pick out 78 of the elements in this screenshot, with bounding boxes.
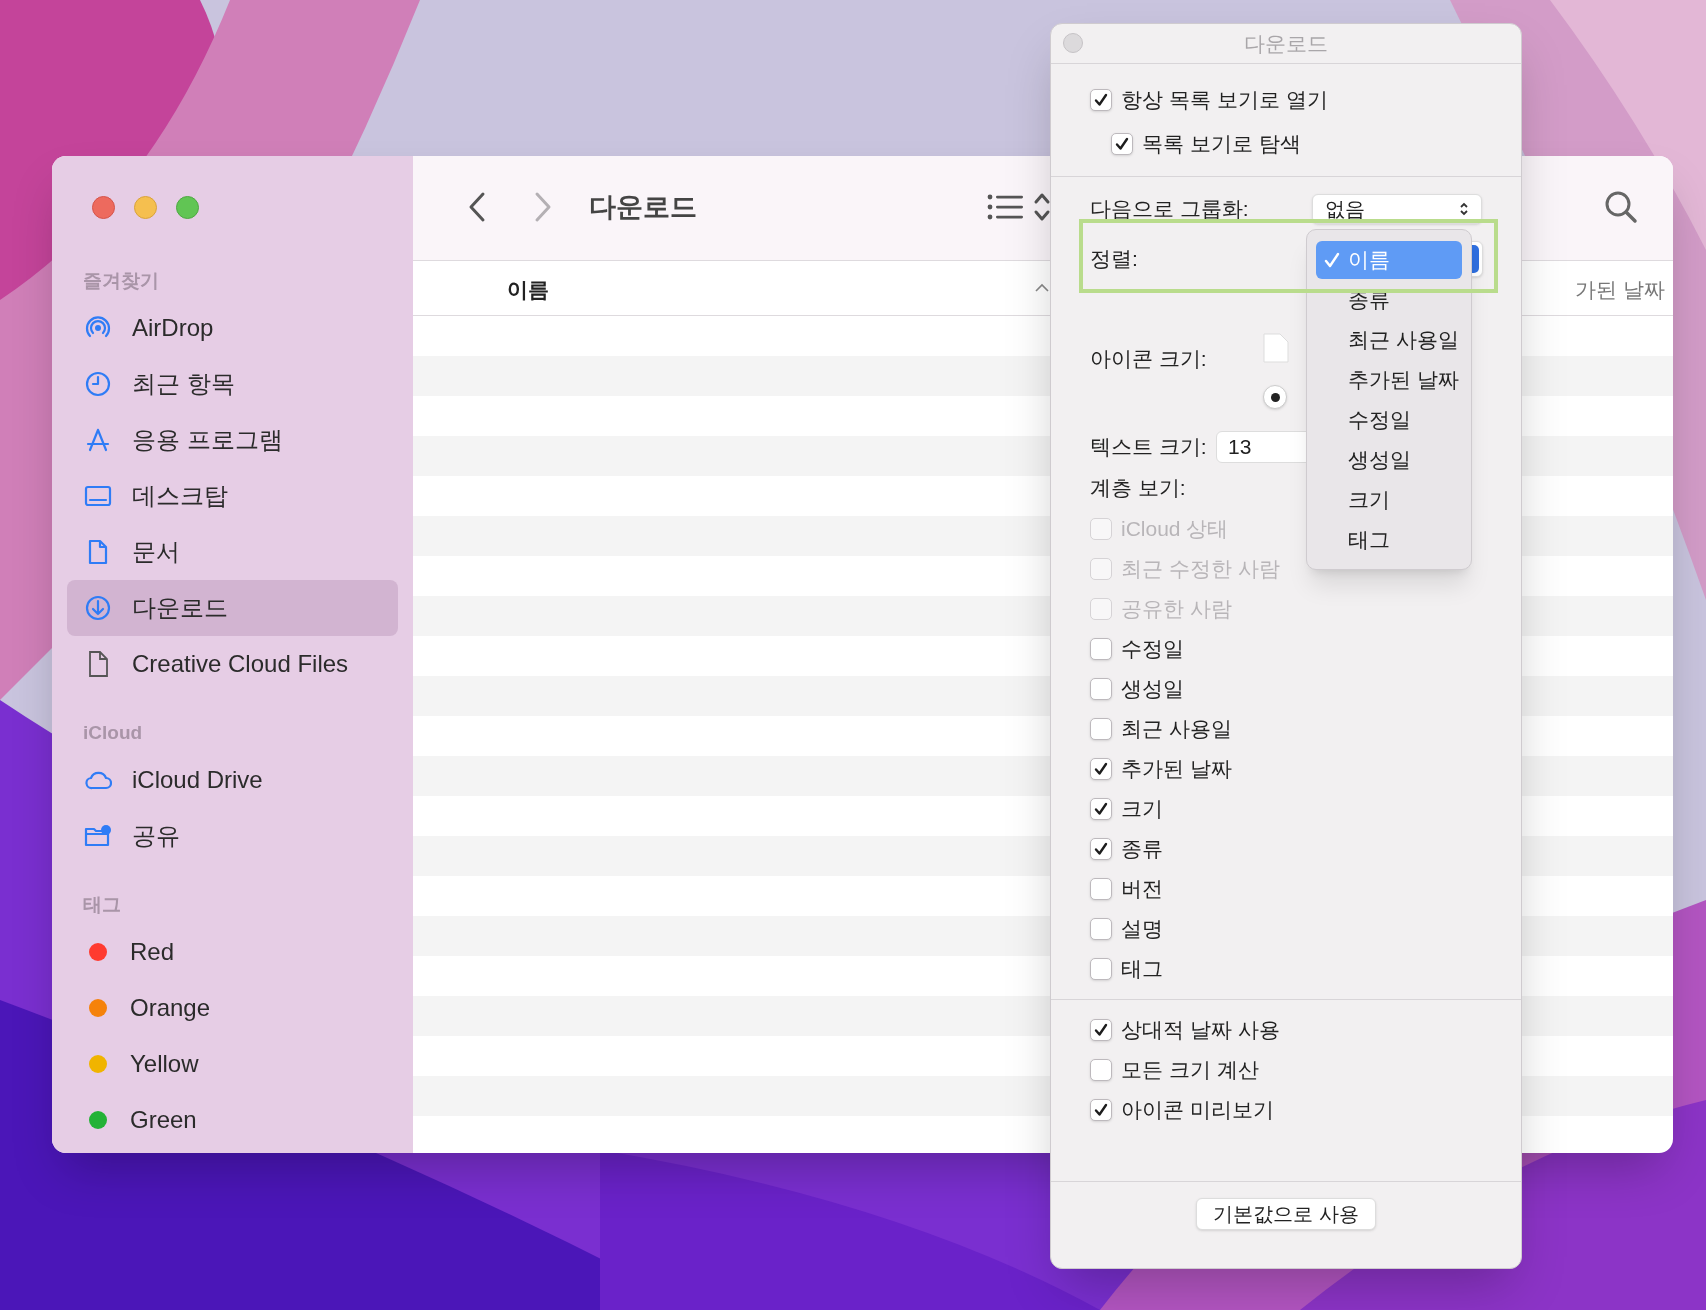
back-icon[interactable] bbox=[468, 191, 486, 223]
checkbox-label: 크기 bbox=[1121, 796, 1163, 823]
menu-item[interactable]: 태그 bbox=[1316, 521, 1462, 559]
section-heading: 즐겨찾기 bbox=[82, 268, 160, 293]
checkbox[interactable] bbox=[1090, 678, 1112, 700]
minimize-button[interactable] bbox=[134, 196, 157, 219]
download-icon bbox=[84, 594, 112, 622]
search-icon[interactable] bbox=[1604, 190, 1638, 224]
sidebar-item[interactable]: 데스크탑 bbox=[67, 468, 398, 524]
checkbox-label: 버전 bbox=[1121, 876, 1163, 903]
checkbox-label: 항상 목록 보기로 열기 bbox=[1121, 87, 1328, 114]
icon-size-radio[interactable] bbox=[1263, 385, 1287, 409]
menu-item[interactable]: 크기 bbox=[1316, 481, 1462, 519]
checkbox-label: 추가된 날짜 bbox=[1121, 756, 1232, 783]
checkbox[interactable] bbox=[1090, 758, 1112, 780]
sidebar-item[interactable]: Red bbox=[67, 924, 398, 980]
checkbox-label: 종류 bbox=[1121, 836, 1163, 863]
sidebar-item[interactable]: 공유 bbox=[67, 808, 398, 864]
folder-title: 다운로드 bbox=[589, 191, 697, 224]
sidebar-item[interactable]: 다운로드 bbox=[67, 580, 398, 636]
checkbox[interactable] bbox=[1090, 918, 1112, 940]
field-label: 아이콘 크기: bbox=[1090, 346, 1207, 372]
list-view-icon[interactable] bbox=[987, 194, 1023, 220]
close-button[interactable] bbox=[1063, 33, 1083, 53]
sidebar-item[interactable]: Creative Cloud Files bbox=[67, 636, 398, 692]
checkbox[interactable] bbox=[1090, 89, 1112, 111]
checkbox[interactable] bbox=[1090, 878, 1112, 900]
checkbox-label: 모든 크기 계산 bbox=[1121, 1057, 1259, 1084]
section-label: 계층 보기: bbox=[1090, 475, 1186, 502]
app-store-icon bbox=[84, 426, 112, 454]
checkbox[interactable] bbox=[1090, 638, 1112, 660]
checkbox-label: 목록 보기로 탐색 bbox=[1142, 131, 1301, 158]
sidebar-item[interactable]: Green bbox=[67, 1092, 398, 1148]
checkbox-label: 상대적 날짜 사용 bbox=[1121, 1017, 1280, 1044]
field-label: 텍스트 크기: bbox=[1090, 434, 1207, 461]
checkbox-label: 공유한 사람 bbox=[1121, 596, 1232, 623]
section-heading: iCloud bbox=[82, 720, 144, 745]
checkbox[interactable] bbox=[1090, 1099, 1112, 1121]
panel-title: 다운로드 bbox=[1244, 30, 1328, 57]
sidebar-item[interactable]: Yellow bbox=[67, 1036, 398, 1092]
checkbox[interactable] bbox=[1090, 798, 1112, 820]
field-label: 다음으로 그룹화: bbox=[1090, 196, 1249, 223]
menu-item[interactable]: 최근 사용일 bbox=[1316, 321, 1462, 359]
sidebar-item[interactable]: iCloud Drive bbox=[67, 752, 398, 808]
checkbox-label: 최근 수정한 사람 bbox=[1121, 556, 1280, 583]
section-heading: 태그 bbox=[82, 892, 122, 917]
checkbox[interactable] bbox=[1090, 1059, 1112, 1081]
checkbox[interactable] bbox=[1090, 958, 1112, 980]
close-button[interactable] bbox=[92, 196, 115, 219]
sidebar-item[interactable]: 문서 bbox=[67, 524, 398, 580]
chevron-updown-icon[interactable] bbox=[1033, 191, 1051, 223]
checkbox[interactable] bbox=[1090, 718, 1112, 740]
checkbox[interactable] bbox=[1090, 1019, 1112, 1041]
column-heading[interactable]: 가된 날짜 bbox=[1575, 274, 1665, 306]
checkbox[interactable] bbox=[1111, 133, 1133, 155]
sort-ascending-icon bbox=[1035, 283, 1049, 292]
checkbox-label: 태그 bbox=[1121, 956, 1163, 983]
column-heading[interactable]: 이름 bbox=[507, 274, 549, 306]
use-defaults-button[interactable]: 기본값으로 사용 bbox=[1196, 1198, 1376, 1230]
checkmark-icon bbox=[1324, 251, 1340, 269]
checkbox-label: 수정일 bbox=[1121, 636, 1184, 663]
checkbox-label: 아이콘 미리보기 bbox=[1121, 1097, 1274, 1124]
document-icon bbox=[1263, 333, 1289, 363]
clock-icon bbox=[84, 370, 112, 398]
checkbox-label: 생성일 bbox=[1121, 676, 1184, 703]
field-label: 정렬: bbox=[1090, 246, 1138, 273]
checkbox[interactable] bbox=[1090, 838, 1112, 860]
checkbox-label: 설명 bbox=[1121, 916, 1163, 943]
zoom-button[interactable] bbox=[176, 196, 199, 219]
sidebar-item[interactable]: 최근 항목 bbox=[67, 356, 398, 412]
menu-item[interactable]: 추가된 날짜 bbox=[1316, 361, 1462, 399]
sidebar-item[interactable]: 응용 프로그램 bbox=[67, 412, 398, 468]
chevron-updown-icon bbox=[1459, 201, 1469, 217]
sidebar-item[interactable]: AirDrop bbox=[67, 300, 398, 356]
sidebar-item[interactable]: Orange bbox=[67, 980, 398, 1036]
checkbox-label: iCloud 상태 bbox=[1121, 516, 1229, 543]
checkbox-label: 최근 사용일 bbox=[1121, 716, 1232, 743]
forward-icon[interactable] bbox=[534, 191, 552, 223]
